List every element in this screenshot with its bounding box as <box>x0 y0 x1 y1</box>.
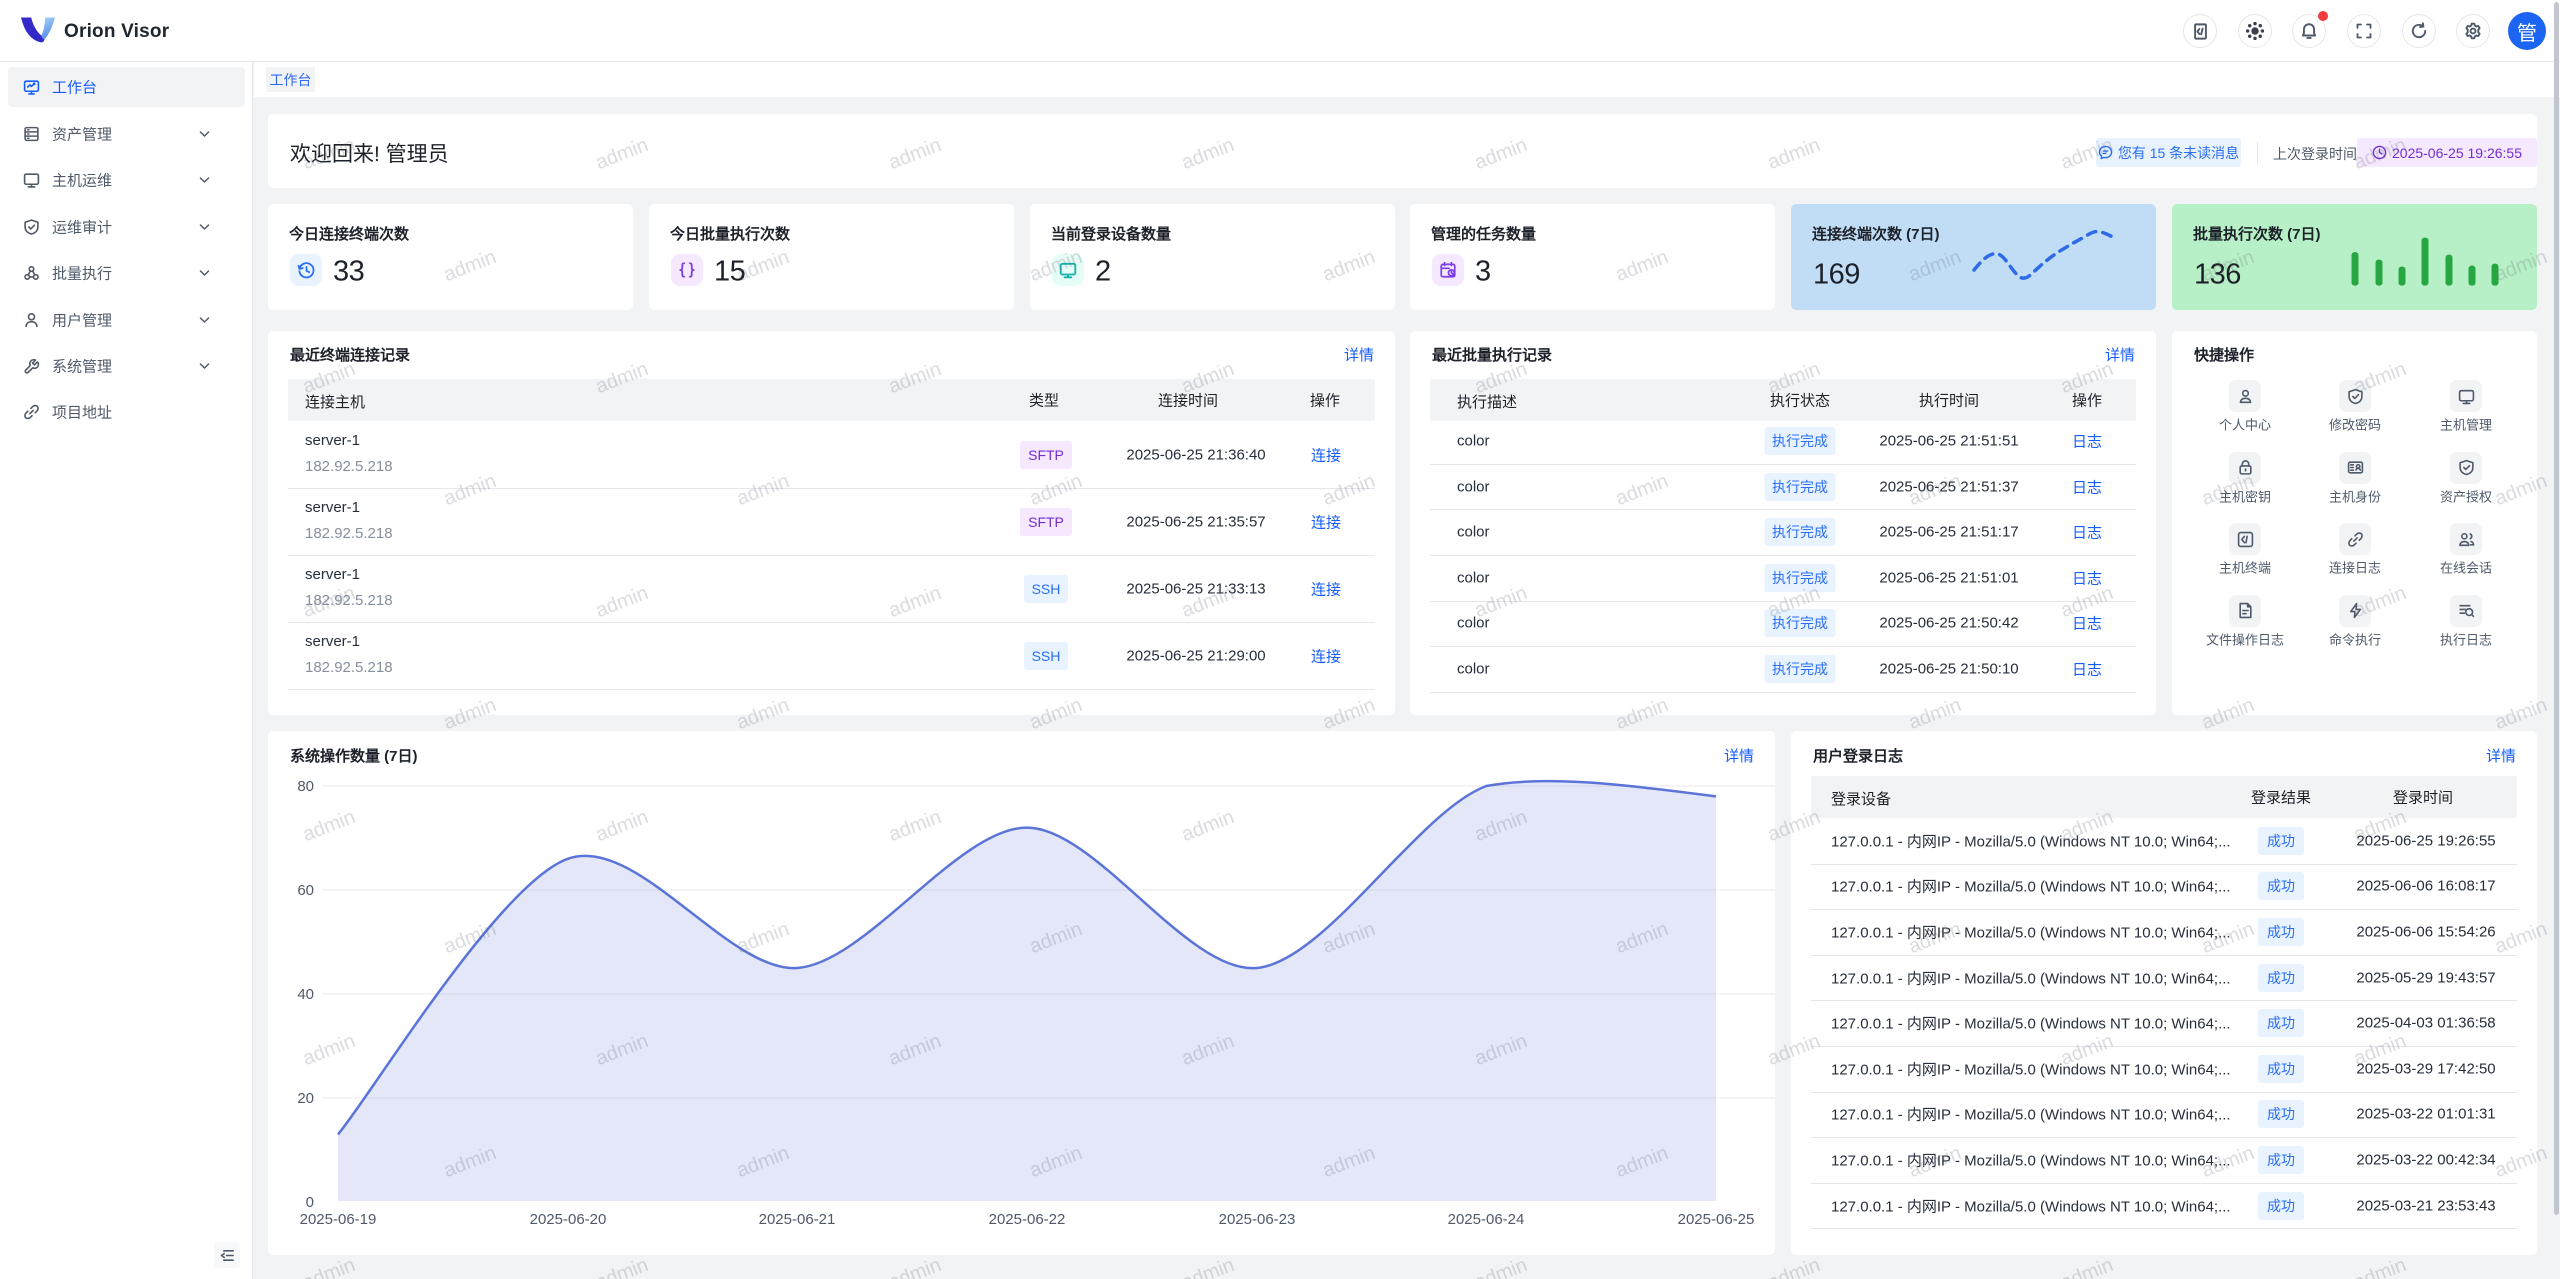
svg-text:2025-06-20: 2025-06-20 <box>530 1211 607 1228</box>
svg-text:80: 80 <box>297 778 314 795</box>
svg-text:2025-06-23: 2025-06-23 <box>1219 1211 1296 1228</box>
svg-text:2025-06-19: 2025-06-19 <box>300 1211 377 1228</box>
svg-text:2025-06-25: 2025-06-25 <box>1678 1211 1755 1228</box>
svg-text:40: 40 <box>297 986 314 1003</box>
svg-text:2025-06-21: 2025-06-21 <box>759 1211 836 1228</box>
svg-text:0: 0 <box>306 1194 314 1211</box>
svg-text:2025-06-22: 2025-06-22 <box>989 1211 1066 1228</box>
svg-text:60: 60 <box>297 882 314 899</box>
svg-text:20: 20 <box>297 1090 314 1107</box>
svg-text:2025-06-24: 2025-06-24 <box>1448 1211 1525 1228</box>
